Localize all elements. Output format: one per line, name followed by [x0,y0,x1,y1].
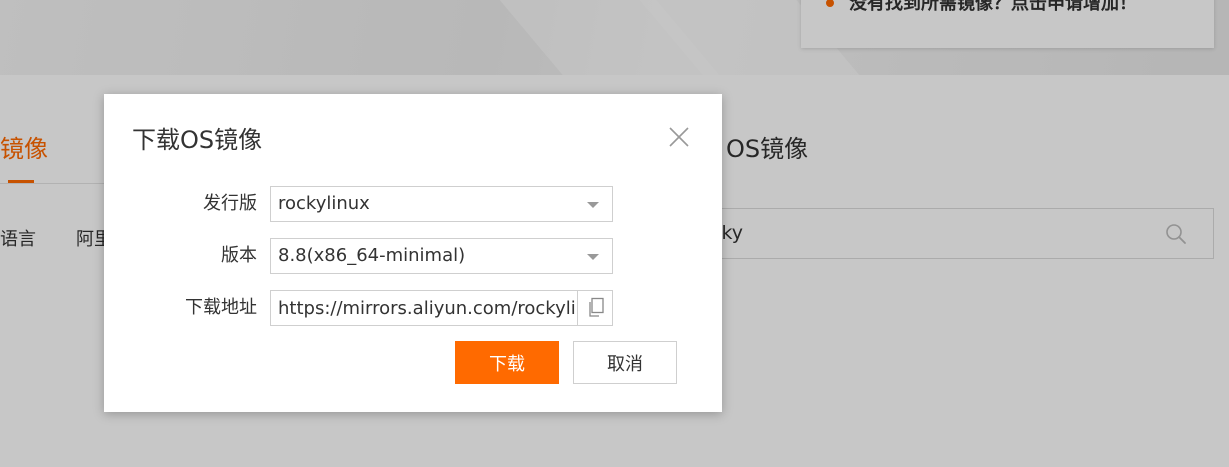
distribution-label: 发行版 [203,193,257,214]
download-button[interactable]: 下载 [455,341,559,384]
copy-icon [589,297,604,317]
download-os-image-dialog: 下载OS镜像 发行版 rockylinux 版本 8.8(x86_64-mini… [104,94,722,412]
download-url-label: 下载地址 [185,297,257,318]
chevron-down-icon [587,254,599,260]
chevron-down-icon [587,202,599,208]
close-button[interactable] [666,124,692,150]
dialog-title: 下载OS镜像 [132,126,263,154]
download-url-input[interactable] [271,291,577,325]
distribution-select[interactable]: rockylinux [270,186,613,222]
close-icon [669,127,689,147]
version-select[interactable]: 8.8(x86_64-minimal) [270,238,613,274]
cancel-button[interactable]: 取消 [573,341,677,384]
distribution-select-value: rockylinux [278,193,370,214]
version-select-value: 8.8(x86_64-minimal) [278,245,466,266]
copy-button[interactable] [577,291,612,325]
download-url-field [270,290,613,326]
version-label: 版本 [221,245,257,266]
